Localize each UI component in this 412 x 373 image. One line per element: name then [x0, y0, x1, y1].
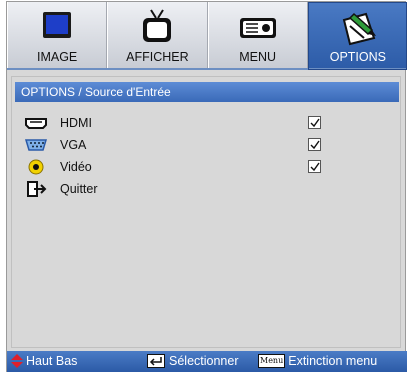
tab-image[interactable]: IMAGE	[7, 2, 108, 68]
page-title: OPTIONS / Source d'Entrée	[21, 85, 171, 99]
tab-bar: IMAGE AFFICHER MENU OPTIONS	[7, 2, 408, 70]
menu-device-icon	[236, 8, 280, 48]
vga-port-icon	[24, 137, 48, 153]
hdmi-checkbox[interactable]	[308, 116, 321, 129]
tab-label: AFFICHER	[126, 50, 189, 64]
up-down-arrow-icon	[11, 354, 23, 368]
exit-icon	[24, 181, 48, 197]
hdmi-port-icon	[24, 115, 48, 131]
list-item-label: VGA	[60, 138, 87, 152]
tab-afficher[interactable]: AFFICHER	[107, 2, 208, 68]
osd-window: IMAGE AFFICHER MENU OPTIONS OPTIONS / So…	[6, 1, 408, 372]
list-item-hdmi[interactable]: HDMI	[12, 112, 400, 134]
nav-hint: Haut Bas	[11, 354, 77, 368]
options-panel: OPTIONS / Source d'Entrée HDMI VGA Vidéo…	[11, 76, 401, 348]
list-item-label: Vidéo	[60, 160, 92, 174]
list-item-vga[interactable]: VGA	[12, 134, 400, 156]
list-item-video[interactable]: Vidéo	[12, 156, 400, 178]
video-checkbox[interactable]	[308, 160, 321, 173]
tv-icon	[135, 8, 179, 48]
tab-label: MENU	[239, 50, 277, 64]
list-item-label: Quitter	[60, 182, 98, 196]
panel-header: OPTIONS / Source d'Entrée	[15, 82, 399, 102]
monitor-icon	[35, 8, 79, 48]
enter-hint-label: Sélectionner	[169, 354, 239, 368]
nav-hint-label: Haut Bas	[26, 354, 78, 368]
video-rca-icon	[24, 159, 48, 175]
tab-label: OPTIONS	[329, 50, 386, 64]
enter-key-icon	[147, 354, 165, 368]
list-item-label: HDMI	[60, 116, 92, 130]
footer-hints: Haut Bas Sélectionner Menu Extinction me…	[7, 351, 407, 372]
tab-label: IMAGE	[36, 50, 78, 64]
enter-hint: Sélectionner	[147, 354, 239, 368]
options-pencil-icon	[336, 8, 380, 48]
menu-key-icon: Menu	[258, 354, 286, 368]
menu-hint: Menu Extinction menu	[258, 354, 377, 368]
vga-checkbox[interactable]	[308, 138, 321, 151]
tab-options[interactable]: OPTIONS	[307, 2, 408, 70]
menu-hint-label: Extinction menu	[288, 354, 378, 368]
list-item-quitter[interactable]: Quitter	[12, 178, 400, 200]
tab-menu[interactable]: MENU	[207, 2, 308, 68]
